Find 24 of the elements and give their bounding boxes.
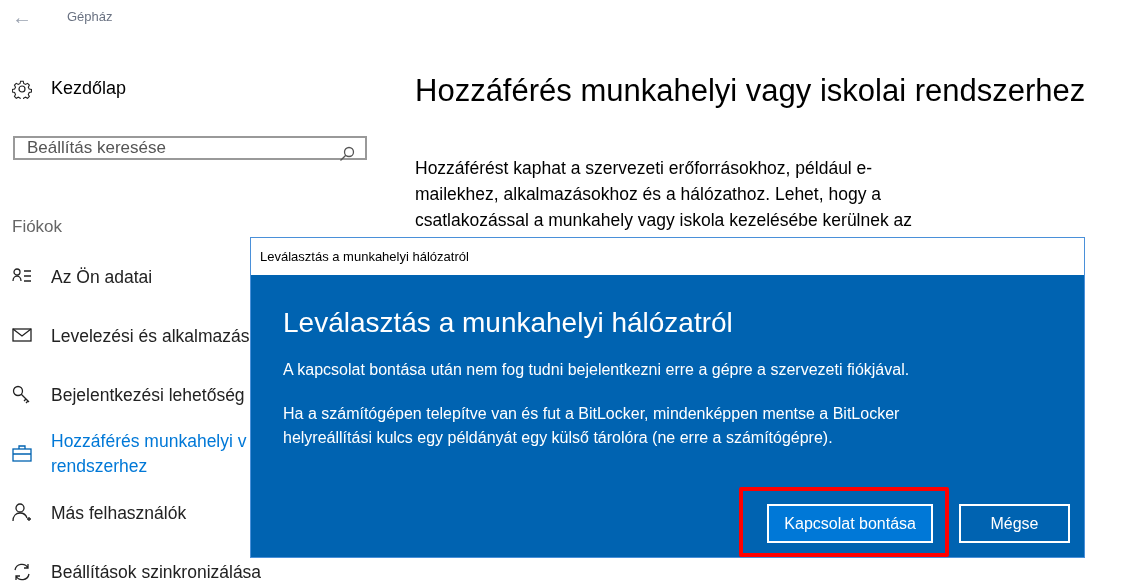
cancel-button[interactable]: Mégse — [959, 504, 1070, 543]
home-link[interactable]: Kezdőlap — [51, 75, 127, 102]
search-icon — [339, 146, 355, 162]
settings-icon — [12, 78, 32, 99]
sync-icon — [12, 562, 32, 582]
search-field[interactable]: Beállítás keresése — [13, 136, 367, 160]
person-add-icon — [12, 503, 32, 523]
nav-item[interactable]: Az Ön adatai — [51, 264, 153, 290]
disconnect-button[interactable]: Kapcsolat bontása — [767, 504, 933, 543]
dialog-heading: Leválasztás a munkahelyi hálózatról — [283, 306, 734, 340]
nav-item[interactable]: Más felhasználók — [51, 500, 187, 526]
page-title: Hozzáférés munkahelyi vagy iskolai rendszerhez — [415, 72, 1086, 110]
description-paragraph: Hozzáférést kaphat a szervezeti erőforrásokhoz, például e- mailekhez, alkalmazásokhoz és a hálózathoz. Lehet, hogy a csatlakozással a munkahely vagy iskola kezelésébe kerülnek az — [415, 156, 914, 232]
nav-item[interactable]: Hozzáférés munkahelyi v rendszerhez — [51, 429, 247, 479]
nav-item[interactable]: Beállítások szinkronizálása — [51, 559, 262, 583]
key-icon — [12, 385, 32, 405]
dialog-title: Leválasztás a munkahelyi hálózatról — [260, 247, 469, 266]
app-title: Gépház — [67, 8, 113, 27]
dialog-text: Ha a számítógépen telepítve van és fut a BitLocker, mindenképpen mentse a BitLocker helyreállítási kulcs egy példányát egy külső tárolóra (ne erre a számítógépre). — [283, 404, 901, 448]
nav-item[interactable]: Levelezési és alkalmazás — [51, 323, 250, 349]
section-heading: Fiókok — [12, 216, 63, 238]
nav-item[interactable]: Bejelentkezési lehetőség — [51, 382, 245, 408]
dialog-text: A kapcsolat bontása után nem fog tudni bejelentkezni erre a gépre a szervezeti fiókjával. — [283, 360, 911, 380]
briefcase-icon — [12, 444, 32, 464]
